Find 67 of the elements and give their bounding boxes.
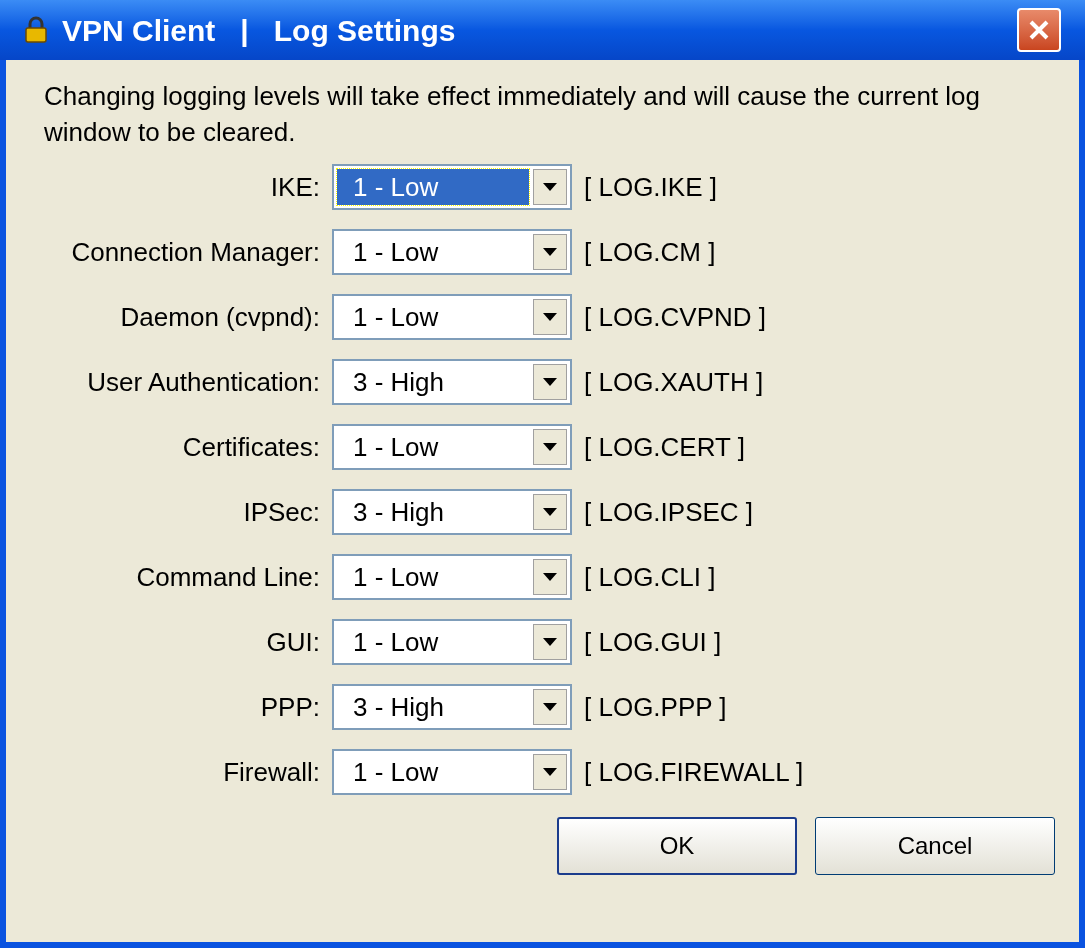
- dropdown-arrow-button[interactable]: [533, 169, 567, 205]
- setting-label: Firewall:: [222, 755, 321, 789]
- caret-icon: [543, 703, 557, 711]
- log-tag: [ LOG.PPP ]: [584, 687, 727, 727]
- caret-icon: [543, 183, 557, 191]
- padlock-icon: [24, 16, 48, 44]
- caret-icon: [543, 443, 557, 451]
- setting-label: IKE:: [269, 170, 321, 204]
- window-title: VPN Client | Log Settings: [62, 12, 456, 49]
- level-dropdown[interactable]: 1 - Low: [332, 229, 572, 275]
- log-tag: [ LOG.IKE ]: [584, 167, 717, 207]
- setting-label: Daemon (cvpnd):: [119, 300, 321, 334]
- setting-label: PPP:: [259, 690, 321, 724]
- level-dropdown[interactable]: 1 - Low: [332, 619, 572, 665]
- level-dropdown[interactable]: 1 - Low: [332, 294, 572, 340]
- message-text: Changing logging levels will take effect immediately and will cause the current log window to be cleared.: [44, 80, 982, 149]
- dropdown-arrow-button[interactable]: [533, 299, 567, 335]
- caret-icon: [543, 768, 557, 776]
- log-tag: [ LOG.XAUTH ]: [584, 362, 764, 402]
- dropdown-value: 1 - Low: [352, 755, 440, 789]
- dropdown-value: 3 - High: [352, 690, 446, 724]
- dropdown-value: 1 - Low: [352, 560, 440, 594]
- dropdown-arrow-button[interactable]: [533, 364, 567, 400]
- dropdown-value: 3 - High: [352, 365, 446, 399]
- dropdown-value: 1 - Low: [352, 625, 440, 659]
- level-dropdown[interactable]: 1 - Low: [332, 164, 572, 210]
- dropdown-arrow-button[interactable]: [533, 559, 567, 595]
- caret-icon: [543, 248, 557, 256]
- setting-label: Certificates:: [181, 430, 321, 464]
- dropdown-arrow-button[interactable]: [533, 689, 567, 725]
- level-dropdown[interactable]: 1 - Low: [332, 554, 572, 600]
- dropdown-value: 1 - Low: [337, 169, 529, 205]
- log-tag: [ LOG.IPSEC ]: [584, 492, 754, 532]
- log-tag: [ LOG.GUI ]: [584, 622, 722, 662]
- dialog-button[interactable]: Cancel: [815, 817, 1055, 875]
- log-tag: [ LOG.CM ]: [584, 232, 716, 272]
- level-dropdown[interactable]: 1 - Low: [332, 749, 572, 795]
- dropdown-arrow-button[interactable]: [533, 754, 567, 790]
- close-button[interactable]: [1017, 8, 1061, 52]
- level-dropdown[interactable]: 3 - High: [332, 684, 572, 730]
- caret-icon: [543, 573, 557, 581]
- setting-label: GUI:: [265, 625, 321, 659]
- log-tag: [ LOG.CLI ]: [584, 557, 716, 597]
- dropdown-value: 1 - Low: [352, 300, 440, 334]
- dropdown-value: 3 - High: [352, 495, 446, 529]
- setting-label: Connection Manager:: [70, 235, 321, 269]
- dialog-button[interactable]: OK: [557, 817, 797, 875]
- log-tag: [ LOG.FIREWALL ]: [584, 752, 804, 792]
- setting-label: Command Line:: [135, 560, 321, 594]
- caret-icon: [543, 378, 557, 386]
- setting-label: IPSec:: [242, 495, 321, 529]
- dropdown-arrow-button[interactable]: [533, 494, 567, 530]
- setting-label: User Authentication:: [86, 365, 321, 399]
- caret-icon: [543, 313, 557, 321]
- dropdown-value: 1 - Low: [352, 235, 440, 269]
- log-tag: [ LOG.CERT ]: [584, 427, 745, 467]
- dropdown-arrow-button[interactable]: [533, 429, 567, 465]
- log-tag: [ LOG.CVPND ]: [584, 297, 767, 337]
- dropdown-value: 1 - Low: [352, 430, 440, 464]
- level-dropdown[interactable]: 1 - Low: [332, 424, 572, 470]
- close-icon: [1027, 18, 1051, 42]
- caret-icon: [543, 638, 557, 646]
- level-dropdown[interactable]: 3 - High: [332, 359, 572, 405]
- dropdown-arrow-button[interactable]: [533, 234, 567, 270]
- level-dropdown[interactable]: 3 - High: [332, 489, 572, 535]
- dropdown-arrow-button[interactable]: [533, 624, 567, 660]
- caret-icon: [543, 508, 557, 516]
